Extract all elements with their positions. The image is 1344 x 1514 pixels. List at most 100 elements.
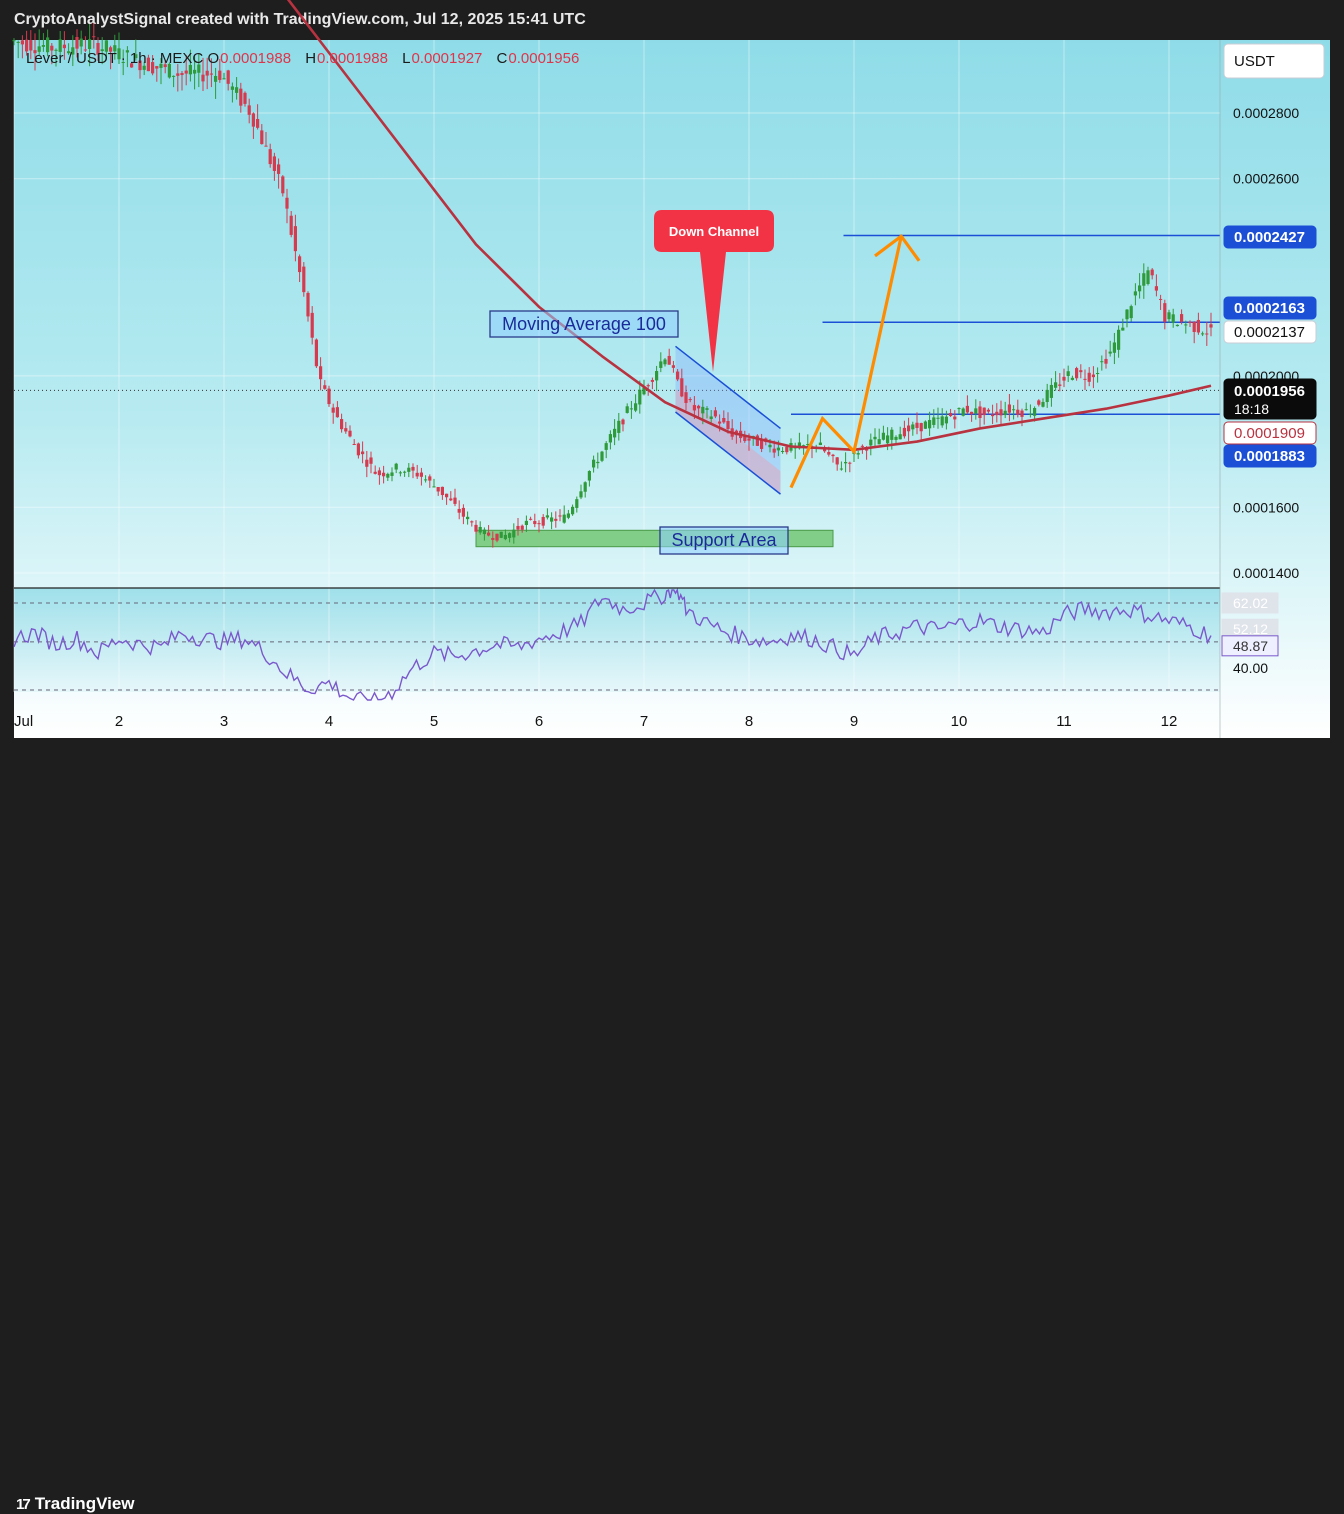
candle-body (1129, 306, 1133, 319)
candle-body (1007, 404, 1011, 413)
candle-body (571, 506, 575, 515)
candle-body (646, 385, 650, 387)
candle-body (268, 149, 272, 165)
candle-body (214, 75, 218, 82)
candle-body (949, 412, 953, 417)
candle-body (88, 39, 92, 50)
close-value: 0.0001956 (508, 50, 580, 67)
candle-body (12, 40, 16, 42)
candle-body (432, 486, 436, 488)
candle-body (403, 471, 407, 473)
candle-body (356, 443, 360, 456)
candle-body (1104, 358, 1108, 364)
candle-body (470, 521, 474, 523)
candle-body (839, 468, 843, 470)
candle-body (671, 365, 675, 368)
candle-body (1075, 368, 1079, 379)
price-axis-label: USDT (1234, 53, 1275, 70)
candle-body (466, 516, 470, 520)
candle-body (1146, 270, 1150, 284)
candle-body (499, 531, 503, 538)
candle-body (860, 445, 864, 447)
candle-body (226, 70, 230, 84)
candle-body (957, 408, 961, 410)
candle-body (1045, 389, 1049, 403)
candle-body (974, 408, 978, 414)
price-axis-label: 0.0001909 (1234, 425, 1305, 442)
tradingview-logo[interactable]: 17 TradingView (16, 1494, 135, 1514)
candle-body (1066, 371, 1070, 376)
candle-body (831, 454, 835, 457)
y-tick-label: 0.0001400 (1233, 565, 1299, 581)
candle-body (928, 420, 932, 429)
candle-body (1112, 342, 1116, 353)
candle-body (298, 256, 302, 273)
candle-body (285, 197, 289, 209)
candle-body (688, 399, 692, 401)
rsi-value-label: 52.12 (1233, 621, 1268, 637)
candle-body (617, 420, 621, 433)
candle-body (319, 366, 323, 380)
candle-body (890, 429, 894, 440)
candle-body (898, 434, 902, 440)
candle-body (29, 40, 33, 51)
y-tick-label: 0.0002600 (1233, 171, 1299, 187)
candle-body (604, 443, 608, 450)
candle-body (512, 529, 516, 538)
candle-body (205, 70, 209, 76)
candle-body (461, 507, 465, 517)
candle-body (747, 438, 751, 441)
price-axis-label: 0.0001883 (1234, 448, 1305, 465)
x-tick-label: 11 (1056, 713, 1072, 730)
candle-body (613, 428, 617, 438)
candle-body (281, 176, 285, 194)
candle-body (894, 436, 898, 440)
candle-body (474, 524, 478, 532)
price-chart[interactable]: Moving Average 100 Support Area Down Chann… (0, 0, 1344, 788)
candle-body (424, 479, 428, 481)
candle-body (306, 292, 310, 317)
candle-body (495, 533, 499, 541)
candle-body (1012, 409, 1016, 411)
candle-body (1167, 312, 1171, 320)
candle-body (1209, 324, 1213, 328)
x-tick-label: 12 (1161, 713, 1178, 730)
candle-body (508, 533, 512, 538)
candle-body (272, 156, 276, 171)
low-value: 0.0001927 (411, 50, 483, 67)
candle-body (944, 416, 948, 424)
candle-body (1150, 269, 1154, 276)
x-tick-label: 8 (745, 713, 753, 730)
candle-body (1033, 408, 1037, 416)
candle-body (697, 405, 701, 409)
candle-body (579, 491, 583, 498)
candle-body (692, 405, 696, 411)
candle-body (411, 466, 415, 471)
candle-body (1125, 309, 1129, 320)
x-tick-label: Jul (14, 713, 33, 730)
candle-body (1037, 400, 1041, 405)
candle-body (772, 448, 776, 453)
candle-body (936, 417, 940, 419)
candle-body (1024, 409, 1028, 411)
candle-body (390, 472, 394, 476)
candle-body (520, 525, 524, 530)
y-tick-label: 0.0001600 (1233, 499, 1299, 515)
candle-body (293, 226, 297, 252)
tradingview-logo-icon: 17 (16, 1496, 31, 1513)
candle-body (516, 525, 520, 530)
candle-body (218, 70, 222, 80)
candle-body (911, 424, 915, 430)
candle-body (235, 87, 239, 93)
candle-body (180, 73, 184, 76)
candle-body (680, 378, 684, 397)
candle-body (1020, 410, 1024, 417)
candle-body (722, 418, 726, 423)
candle-body (277, 164, 281, 174)
candle-body (386, 473, 390, 478)
candle-body (365, 459, 369, 467)
candle-body (638, 389, 642, 405)
candle-body (1096, 372, 1100, 374)
candle-body (352, 443, 356, 446)
candle-body (726, 420, 730, 430)
